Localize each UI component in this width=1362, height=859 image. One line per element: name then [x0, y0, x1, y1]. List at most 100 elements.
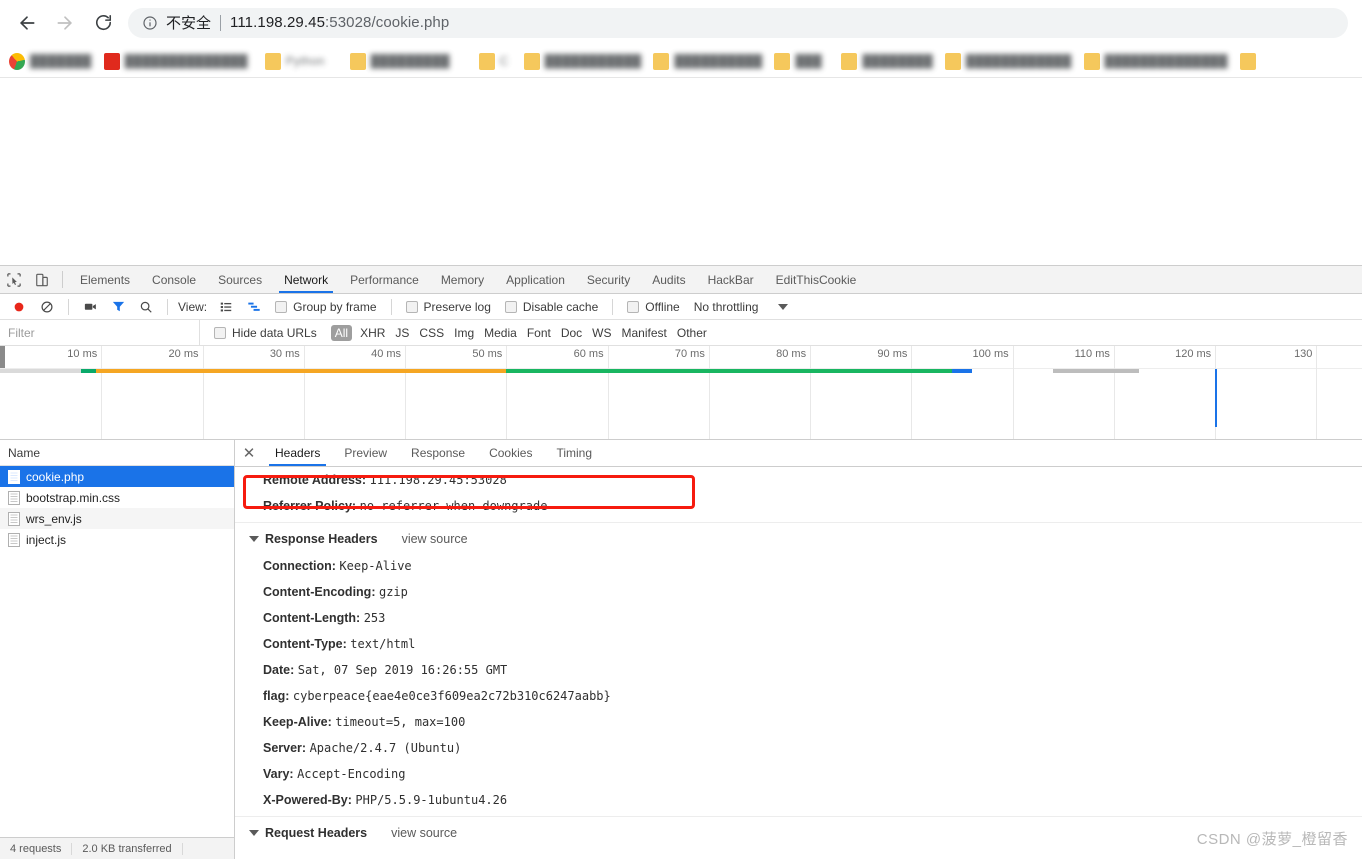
request-row[interactable]: cookie.php: [0, 466, 234, 487]
bookmark-item[interactable]: C: [474, 51, 517, 72]
browser-toolbar: 不安全 111.198.29.45:53028/cookie.php: [0, 0, 1362, 45]
filter-type-xhr[interactable]: XHR: [360, 326, 385, 340]
forward-arrow-icon: [57, 15, 72, 30]
bookmark-item[interactable]: ███████: [4, 51, 97, 72]
bookmark-item[interactable]: ██████████████: [1079, 51, 1233, 72]
record-button[interactable]: [6, 296, 32, 318]
filter-type-doc[interactable]: Doc: [561, 326, 582, 340]
header-key: Vary:: [263, 767, 294, 781]
list-view-button[interactable]: [213, 296, 239, 318]
devtools-tab-application[interactable]: Application: [495, 266, 576, 293]
devtools-panel: Elements Console Sources Network Performance…: [0, 265, 1362, 859]
reload-button[interactable]: [86, 6, 120, 40]
bookmark-item[interactable]: Python: [260, 51, 343, 72]
request-detail-panel: ✕ Headers Preview Response Cookies Timing Re…: [235, 440, 1362, 859]
inspect-element-button[interactable]: [0, 266, 28, 293]
filter-type-media[interactable]: Media: [484, 326, 517, 340]
bookmark-item[interactable]: ███████████: [519, 51, 647, 72]
bookmark-item[interactable]: [1235, 51, 1276, 72]
clear-button[interactable]: [34, 296, 60, 318]
bookmark-item[interactable]: ████████: [836, 51, 937, 72]
detail-tab-response[interactable]: Response: [399, 440, 477, 466]
filter-type-ws[interactable]: WS: [592, 326, 611, 340]
devtools-tab-editthiscookie[interactable]: EditThisCookie: [765, 266, 868, 293]
offline-checkbox[interactable]: Offline: [621, 300, 685, 314]
detail-tab-timing[interactable]: Timing: [544, 440, 604, 466]
header-value: PHP/5.5.9-1ubuntu4.26: [355, 793, 508, 807]
bookmark-label: ███████████: [544, 54, 642, 68]
bookmark-label: ████████: [862, 54, 933, 68]
devtools-tab-audits[interactable]: Audits: [641, 266, 696, 293]
group-by-frame-checkbox[interactable]: Group by frame: [269, 300, 382, 314]
request-row[interactable]: bootstrap.min.css: [0, 487, 234, 508]
forward-button[interactable]: [48, 6, 82, 40]
filter-toggle-button[interactable]: [105, 296, 131, 318]
header-value: text/html: [350, 637, 416, 651]
request-name: inject.js: [26, 532, 67, 547]
network-overview[interactable]: 10 ms 20 ms 30 ms 40 ms 50 ms 60 ms 70 ms 80 ms…: [0, 346, 1362, 440]
devtools-tab-sources[interactable]: Sources: [207, 266, 273, 293]
bookmark-item[interactable]: ██████████: [648, 51, 767, 72]
document-icon: [8, 511, 20, 526]
request-row[interactable]: wrs_env.js: [0, 508, 234, 529]
bookmark-item[interactable]: ███: [769, 51, 834, 72]
overview-gridline: [1113, 346, 1115, 439]
record-circle-icon: [14, 302, 24, 311]
view-label: View:: [178, 299, 208, 314]
request-name-column-header[interactable]: Name: [0, 440, 234, 466]
view-source-link[interactable]: view source: [391, 819, 457, 847]
bookmark-item[interactable]: ████████████: [940, 51, 1077, 72]
filter-type-img[interactable]: Img: [454, 326, 474, 340]
search-button[interactable]: [133, 296, 159, 318]
response-headers-section[interactable]: Response Headers view source: [249, 525, 1362, 553]
filter-type-font[interactable]: Font: [527, 326, 551, 340]
network-toolbar: View: Group by frame Preserve log Disabl…: [0, 294, 1362, 320]
devtools-tab-console[interactable]: Console: [141, 266, 207, 293]
detail-tab-headers[interactable]: Headers: [263, 440, 332, 466]
filter-type-manifest[interactable]: Manifest: [622, 326, 667, 340]
request-row[interactable]: inject.js: [0, 529, 234, 550]
devtools-tab-security[interactable]: Security: [576, 266, 641, 293]
close-detail-button[interactable]: ✕: [235, 440, 263, 466]
bookmark-item[interactable]: █████████: [345, 51, 472, 72]
address-bar[interactable]: 不安全 111.198.29.45:53028/cookie.php: [128, 7, 1348, 38]
resource-type-filters: All XHR JS CSS Img Media Font Doc WS Manifest Othe…: [323, 324, 707, 341]
toggle-device-toolbar-button[interactable]: [28, 266, 56, 293]
capture-screenshots-button[interactable]: [77, 296, 103, 318]
response-header-line: Server: Apache/2.4.7 (Ubuntu): [249, 735, 1362, 761]
bookmark-item[interactable]: ██████████████: [99, 51, 258, 72]
preserve-log-checkbox[interactable]: Preserve log: [400, 300, 497, 314]
throttling-select[interactable]: No throttling: [688, 300, 795, 314]
toolbar-divider-3: [390, 298, 392, 315]
back-button[interactable]: [10, 6, 44, 40]
group-by-frame-label: Group by frame: [293, 299, 377, 314]
tabbar-divider: [62, 271, 63, 288]
filter-type-all[interactable]: All: [330, 324, 353, 341]
detail-tab-cookies[interactable]: Cookies: [477, 440, 544, 466]
header-key: Content-Encoding:: [263, 585, 376, 599]
view-source-link[interactable]: view source: [402, 525, 468, 553]
devtools-tab-hackbar[interactable]: HackBar: [697, 266, 765, 293]
url-path: :53028/cookie.php: [325, 14, 450, 31]
response-header-line: Content-Type: text/html: [249, 631, 1362, 657]
devtools-tab-network[interactable]: Network: [273, 266, 339, 293]
waterfall-view-button[interactable]: [241, 296, 267, 318]
detail-tab-preview[interactable]: Preview: [332, 440, 399, 466]
header-key: Connection:: [263, 559, 336, 573]
document-icon: [8, 490, 20, 505]
filter-input[interactable]: Filter: [0, 320, 200, 345]
devtools-tab-elements[interactable]: Elements: [69, 266, 141, 293]
header-value: Sat, 07 Sep 2019 16:26:55 GMT: [297, 663, 508, 677]
filter-type-other[interactable]: Other: [677, 326, 707, 340]
overview-tick-label: 110 ms: [1074, 348, 1110, 360]
filter-type-js[interactable]: JS: [395, 326, 409, 340]
overview-band-request-orange: [96, 369, 507, 373]
devtools-tab-memory[interactable]: Memory: [430, 266, 495, 293]
devtools-tab-performance[interactable]: Performance: [339, 266, 430, 293]
filter-type-css[interactable]: CSS: [419, 326, 444, 340]
red-favicon-icon: [103, 52, 120, 70]
request-headers-section[interactable]: Request Headers view source: [249, 819, 1362, 847]
header-key: Keep-Alive:: [263, 715, 332, 729]
disable-cache-checkbox[interactable]: Disable cache: [499, 300, 604, 314]
hide-data-urls-checkbox[interactable]: Hide data URLs: [200, 326, 323, 340]
